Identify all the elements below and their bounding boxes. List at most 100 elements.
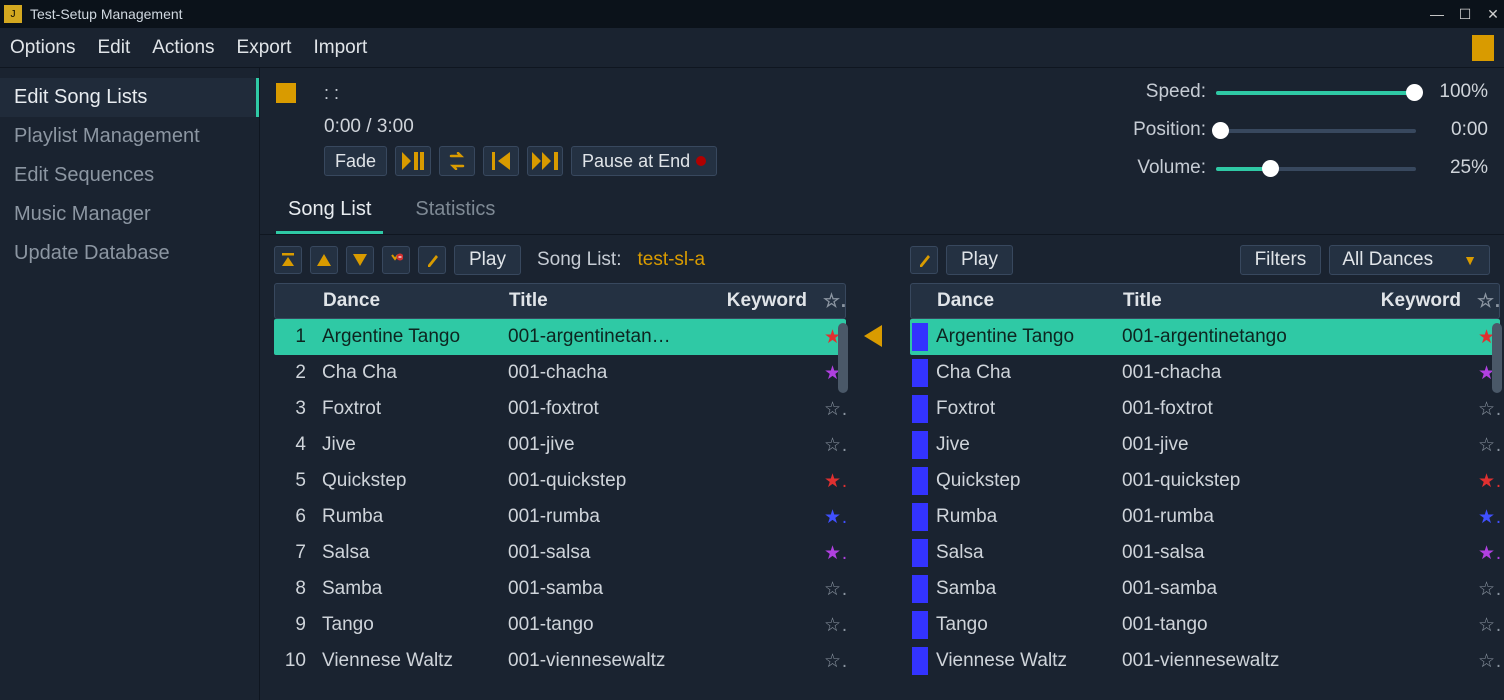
play-button-right[interactable]: Play xyxy=(946,245,1013,275)
table-row[interactable]: 3 Foxtrot 001-foxtrot ☆ xyxy=(274,391,846,427)
table-row[interactable]: 10 Viennese Waltz 001-viennesewaltz ☆ xyxy=(274,643,846,679)
repeat-button[interactable] xyxy=(439,146,475,176)
row-dance: Rumba xyxy=(928,506,1114,528)
row-title: 001-tango xyxy=(500,614,706,636)
move-left-button[interactable] xyxy=(864,325,882,347)
row-title: 001-rumba xyxy=(1114,506,1360,528)
menu-actions[interactable]: Actions xyxy=(152,37,214,59)
table-row[interactable]: Rumba 001-rumba ★ xyxy=(910,499,1500,535)
table-row[interactable]: Viennese Waltz 001-viennesewaltz ☆ xyxy=(910,643,1500,679)
position-slider[interactable] xyxy=(1216,125,1416,135)
row-title: 001-rumba xyxy=(500,506,706,528)
close-icon[interactable]: ✕ xyxy=(1486,7,1500,21)
row-marker xyxy=(910,611,928,639)
table-row[interactable]: 7 Salsa 001-salsa ★ xyxy=(274,535,846,571)
right-table-header[interactable]: Dance Title Keyword ☆ xyxy=(910,283,1500,319)
edit-button-right[interactable] xyxy=(910,246,938,274)
sidebar-item-edit-song-lists[interactable]: Edit Song Lists xyxy=(0,78,259,117)
table-row[interactable]: Quickstep 001-quickstep ★ xyxy=(910,463,1500,499)
table-row[interactable]: Samba 001-samba ☆ xyxy=(910,571,1500,607)
menu-import[interactable]: Import xyxy=(313,37,367,59)
move-down-button[interactable] xyxy=(346,246,374,274)
filters-button[interactable]: Filters xyxy=(1240,245,1322,275)
table-row[interactable]: 5 Quickstep 001-quickstep ★ xyxy=(274,463,846,499)
right-scrollbar[interactable] xyxy=(1492,283,1502,700)
col-title[interactable]: Title xyxy=(1115,290,1359,312)
volume-slider[interactable] xyxy=(1216,163,1416,173)
row-marker xyxy=(910,395,928,423)
row-dance: Foxtrot xyxy=(314,398,500,420)
position-slider-row: Position: 0:00 xyxy=(1111,114,1488,146)
menu-edit[interactable]: Edit xyxy=(97,37,130,59)
move-top-button[interactable] xyxy=(274,246,302,274)
row-title: 001-salsa xyxy=(1114,542,1360,564)
row-title: 001-tango xyxy=(1114,614,1360,636)
row-number: 1 xyxy=(274,326,314,348)
fade-button[interactable]: Fade xyxy=(324,146,387,176)
tab-statistics[interactable]: Statistics xyxy=(403,190,507,234)
table-row[interactable]: Tango 001-tango ☆ xyxy=(910,607,1500,643)
table-row[interactable]: Argentine Tango 001-argentinetango ★ xyxy=(910,319,1500,355)
sidebar-item-update-database[interactable]: Update Database xyxy=(0,234,259,273)
position-label: Position: xyxy=(1111,119,1206,141)
sidebar-item-playlist-management[interactable]: Playlist Management xyxy=(0,117,259,156)
row-dance: Samba xyxy=(928,578,1114,600)
sidebar-item-edit-sequences[interactable]: Edit Sequences xyxy=(0,156,259,195)
col-keyword[interactable]: Keyword xyxy=(1359,290,1469,312)
right-table: Dance Title Keyword ☆ Argentine Tango 00… xyxy=(896,283,1504,700)
tab-song-list[interactable]: Song List xyxy=(276,190,383,234)
row-dance: Quickstep xyxy=(314,470,500,492)
col-dance[interactable]: Dance xyxy=(929,290,1115,312)
row-title: 001-chacha xyxy=(1114,362,1360,384)
left-table-header[interactable]: Dance Title Keyword ☆ xyxy=(274,283,846,319)
row-title: 001-quickstep xyxy=(1114,470,1360,492)
stop-icon xyxy=(276,83,296,103)
row-number: 5 xyxy=(274,470,314,492)
volume-label: Volume: xyxy=(1111,157,1206,179)
row-dance: Jive xyxy=(314,434,500,456)
col-keyword[interactable]: Keyword xyxy=(705,290,815,312)
row-dance: Quickstep xyxy=(928,470,1114,492)
tabs: Song List Statistics xyxy=(260,190,1504,235)
all-dances-dropdown[interactable]: All Dances ▼ xyxy=(1329,245,1490,275)
table-row[interactable]: Foxtrot 001-foxtrot ☆ xyxy=(910,391,1500,427)
prev-button[interactable] xyxy=(483,146,519,176)
row-number: 3 xyxy=(274,398,314,420)
play-pause-button[interactable] xyxy=(395,146,431,176)
table-row[interactable]: 6 Rumba 001-rumba ★ xyxy=(274,499,846,535)
next-button[interactable] xyxy=(527,146,563,176)
row-title: 001-argentinetan… xyxy=(500,326,706,348)
maximize-icon[interactable]: ☐ xyxy=(1458,7,1472,21)
table-row[interactable]: 4 Jive 001-jive ☆ xyxy=(274,427,846,463)
row-marker xyxy=(910,575,928,603)
table-row[interactable]: Jive 001-jive ☆ xyxy=(910,427,1500,463)
move-up-button[interactable] xyxy=(310,246,338,274)
menu-options[interactable]: Options xyxy=(10,37,75,59)
position-value: 0:00 xyxy=(1426,119,1488,141)
table-row[interactable]: 1 Argentine Tango 001-argentinetan… ★ xyxy=(274,319,846,355)
table-row[interactable]: 8 Samba 001-samba ☆ xyxy=(274,571,846,607)
speed-slider[interactable] xyxy=(1216,87,1416,97)
table-row[interactable]: Salsa 001-salsa ★ xyxy=(910,535,1500,571)
table-row[interactable]: 9 Tango 001-tango ☆ xyxy=(274,607,846,643)
row-marker xyxy=(910,647,928,675)
minimize-icon[interactable]: — xyxy=(1430,7,1444,21)
row-number: 6 xyxy=(274,506,314,528)
left-scrollbar[interactable] xyxy=(838,283,848,700)
remove-button[interactable] xyxy=(382,246,410,274)
col-title[interactable]: Title xyxy=(501,290,705,312)
edit-button[interactable] xyxy=(418,246,446,274)
row-title: 001-jive xyxy=(1114,434,1360,456)
col-dance[interactable]: Dance xyxy=(315,290,501,312)
menu-export[interactable]: Export xyxy=(237,37,292,59)
play-button-left[interactable]: Play xyxy=(454,245,521,275)
sidebar-item-music-manager[interactable]: Music Manager xyxy=(0,195,259,234)
table-row[interactable]: Cha Cha 001-chacha ★ xyxy=(910,355,1500,391)
row-title: 001-argentinetango xyxy=(1114,326,1360,348)
row-marker xyxy=(910,431,928,459)
row-number: 10 xyxy=(274,650,314,672)
app-icon: J xyxy=(4,5,22,23)
table-row[interactable]: 2 Cha Cha 001-chacha ★ xyxy=(274,355,846,391)
pause-at-end-button[interactable]: Pause at End xyxy=(571,146,717,176)
row-dance: Rumba xyxy=(314,506,500,528)
